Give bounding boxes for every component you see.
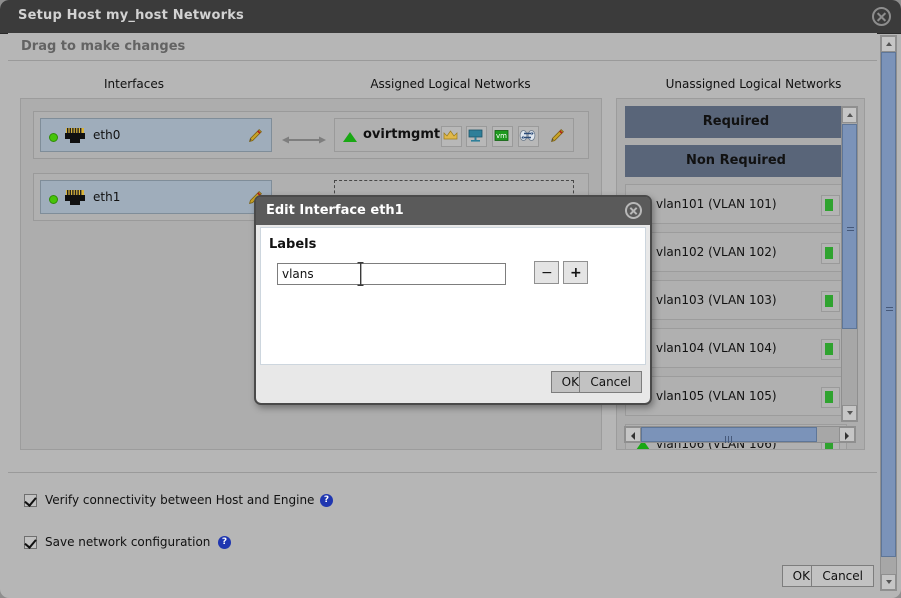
- scroll-down-button[interactable]: [881, 574, 896, 590]
- interface-item-eth0[interactable]: eth0: [40, 118, 272, 152]
- window-close-icon[interactable]: [872, 7, 891, 26]
- network-label: vlan101 (VLAN 101): [656, 197, 777, 211]
- vlan-network-icon: [821, 243, 840, 264]
- interface-item-eth1[interactable]: eth1: [40, 180, 272, 214]
- vlan-network-icon: [821, 291, 840, 312]
- scrollbar-thumb[interactable]: [641, 427, 817, 442]
- dialog-close-icon[interactable]: [625, 202, 642, 219]
- column-header-unassigned-networks: Unassigned Logical Networks: [656, 77, 851, 91]
- labels-section-header: Labels: [269, 237, 316, 252]
- check-icon: [24, 494, 36, 507]
- network-label: vlan103 (VLAN 103): [656, 293, 777, 307]
- option-label: Save network configuration: [45, 535, 210, 549]
- grip-icon: [847, 221, 854, 226]
- chevron-left-icon: [631, 432, 635, 440]
- options-area: Verify connectivity between Host and Eng…: [8, 472, 877, 562]
- grip-icon: [725, 432, 733, 439]
- pencil-icon[interactable]: [247, 128, 263, 144]
- pencil-icon[interactable]: [549, 128, 565, 144]
- scrollbar-thumb[interactable]: [881, 52, 896, 557]
- text-cursor-icon: [357, 260, 364, 288]
- unassigned-horizontal-scrollbar[interactable]: [624, 426, 856, 443]
- column-header-assigned-networks: Assigned Logical Networks: [363, 77, 538, 91]
- checkbox[interactable]: [24, 536, 37, 549]
- ethernet-port-icon: [64, 189, 86, 207]
- chevron-down-icon: [886, 580, 892, 584]
- check-icon: [24, 536, 36, 549]
- cancel-button[interactable]: Cancel: [811, 565, 874, 587]
- network-triangle-icon: [343, 132, 357, 142]
- instruction-bar: Drag to make changes: [8, 33, 877, 61]
- scroll-left-button[interactable]: [625, 427, 641, 442]
- help-icon[interactable]: ?: [218, 536, 231, 549]
- section-header-non-required: Non Required: [625, 145, 847, 177]
- list-item[interactable]: vlan101 (VLAN 101): [625, 184, 847, 224]
- list-item[interactable]: vlan104 (VLAN 104): [625, 328, 847, 368]
- network-role-icons: vm: [440, 126, 539, 146]
- remove-label-button[interactable]: −: [534, 261, 559, 284]
- network-label: vlan102 (VLAN 102): [656, 245, 777, 259]
- scroll-right-button[interactable]: [839, 427, 855, 442]
- network-label: vlan104 (VLAN 104): [656, 341, 777, 355]
- interface-label: eth1: [93, 190, 120, 204]
- window-footer: OK Cancel: [8, 562, 877, 590]
- status-dot-icon: [49, 133, 58, 142]
- help-icon[interactable]: ?: [320, 494, 333, 507]
- vlan-network-icon: [821, 387, 840, 408]
- status-dot-icon: [49, 195, 58, 204]
- vlan-network-icon: [821, 195, 840, 216]
- scroll-up-button[interactable]: [842, 107, 857, 123]
- chevron-right-icon: [845, 432, 849, 440]
- add-label-button[interactable]: +: [563, 261, 588, 284]
- edit-interface-dialog: Edit Interface eth1 Labels − + OK Cancel: [254, 195, 652, 405]
- window-title-bar: Setup Host my_host Networks: [0, 0, 901, 34]
- chevron-down-icon: [847, 411, 853, 415]
- interface-row: eth0: [33, 111, 589, 159]
- interface-label: eth0: [93, 128, 120, 142]
- unassigned-vertical-scrollbar[interactable]: [841, 106, 858, 422]
- instruction-text: Drag to make changes: [21, 39, 185, 54]
- chevron-up-icon: [886, 42, 892, 46]
- list-item[interactable]: vlan103 (VLAN 103): [625, 280, 847, 320]
- dialog-footer: OK Cancel: [256, 371, 646, 395]
- assigned-network-ovirtmgmt[interactable]: ovirtmgmt: [334, 118, 574, 152]
- dialog-title: Edit Interface eth1: [266, 203, 404, 218]
- scroll-down-button[interactable]: [842, 405, 857, 421]
- list-item[interactable]: vlan105 (VLAN 105): [625, 376, 847, 416]
- section-header-required: Required: [625, 106, 847, 138]
- network-label: vlan105 (VLAN 105): [656, 389, 777, 403]
- link-arrow-icon: [282, 134, 326, 144]
- scrollbar-thumb[interactable]: [842, 124, 857, 329]
- label-input[interactable]: [277, 263, 506, 285]
- dialog-body: Labels − +: [260, 227, 646, 365]
- display-network-icon[interactable]: [466, 126, 487, 147]
- option-label: Verify connectivity between Host and Eng…: [45, 493, 314, 507]
- checkbox[interactable]: [24, 494, 37, 507]
- management-crown-icon[interactable]: [441, 126, 462, 147]
- ethernet-port-icon: [64, 127, 86, 145]
- network-label: ovirtmgmt: [363, 127, 440, 142]
- window-vertical-scrollbar[interactable]: [880, 35, 897, 591]
- chevron-up-icon: [847, 113, 853, 117]
- list-item[interactable]: vlan102 (VLAN 102): [625, 232, 847, 272]
- vm-network-icon[interactable]: vm: [492, 126, 513, 147]
- dialog-title-bar: Edit Interface eth1: [256, 197, 650, 225]
- svg-text:vm: vm: [496, 132, 507, 140]
- dialog-cancel-button[interactable]: Cancel: [579, 371, 642, 393]
- vlan-network-icon: [821, 339, 840, 360]
- migration-network-icon[interactable]: [518, 126, 539, 147]
- grip-icon: [886, 301, 893, 306]
- setup-host-networks-window: Setup Host my_host Networks Drag to make…: [0, 0, 901, 598]
- scroll-up-button[interactable]: [881, 36, 896, 52]
- unassigned-networks-panel: Required Non Required vlan101 (VLAN 101)…: [616, 98, 865, 450]
- column-header-interfaces: Interfaces: [94, 77, 174, 91]
- window-title: Setup Host my_host Networks: [18, 8, 244, 23]
